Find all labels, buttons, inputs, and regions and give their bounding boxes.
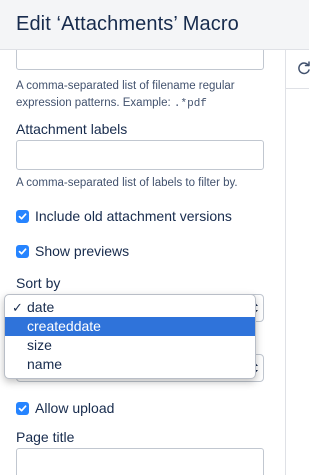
attachment-labels-label: Attachment labels (16, 121, 128, 137)
sort-option-label: createddate (27, 318, 101, 334)
show-previews-label: Show previews (35, 243, 130, 259)
checkmark-icon (18, 212, 27, 220)
filename-help-line1: A comma-separated list of filename regul… (16, 80, 235, 92)
filename-patterns-help: A comma-separated list of filename regul… (16, 78, 278, 113)
macro-parameters-panel: A comma-separated list of filename regul… (0, 50, 285, 475)
checkmark-icon (18, 247, 27, 255)
sort-option-name[interactable]: name (5, 355, 255, 374)
page-title-label: Page title (16, 429, 75, 445)
sort-option-label: date (27, 299, 55, 315)
include-old-versions-label: Include old attachment versions (35, 208, 232, 224)
sort-option-label: name (27, 356, 63, 372)
filename-help-line2: expression patterns. Example: (16, 97, 174, 109)
include-old-versions-checkbox[interactable] (16, 209, 29, 223)
checkmark-icon (18, 404, 27, 412)
sort-option-size[interactable]: size (5, 336, 255, 355)
sort-by-label: Sort by (16, 275, 61, 291)
allow-upload-label: Allow upload (35, 400, 115, 416)
attachment-labels-input[interactable] (16, 140, 264, 170)
preview-panel (286, 50, 312, 475)
sort-option-createddate[interactable]: createddate (5, 317, 255, 336)
filename-help-example: .*pdf (173, 98, 207, 110)
sort-option-date[interactable]: ✓ date (5, 298, 255, 317)
attachment-labels-help: A comma-separated list of labels to filt… (16, 177, 238, 189)
refresh-icon[interactable] (296, 60, 312, 76)
page-title-input[interactable] (16, 448, 264, 475)
sort-by-dropdown: ✓ date createddate size name (4, 294, 256, 379)
dialog-title: Edit ‘Attachments’ Macro (16, 13, 239, 35)
dialog-header: Edit ‘Attachments’ Macro (0, 0, 309, 50)
allow-upload-checkbox[interactable] (16, 401, 29, 415)
show-previews-checkbox[interactable] (16, 244, 29, 258)
include-old-versions-option[interactable]: Include old attachment versions (16, 208, 232, 224)
show-previews-option[interactable]: Show previews (16, 243, 129, 259)
selected-check-icon: ✓ (12, 300, 23, 315)
allow-upload-option[interactable]: Allow upload (16, 400, 114, 416)
preview-toolbar-border (286, 88, 309, 89)
sort-option-label: size (27, 337, 52, 353)
filename-patterns-input[interactable] (16, 50, 264, 70)
